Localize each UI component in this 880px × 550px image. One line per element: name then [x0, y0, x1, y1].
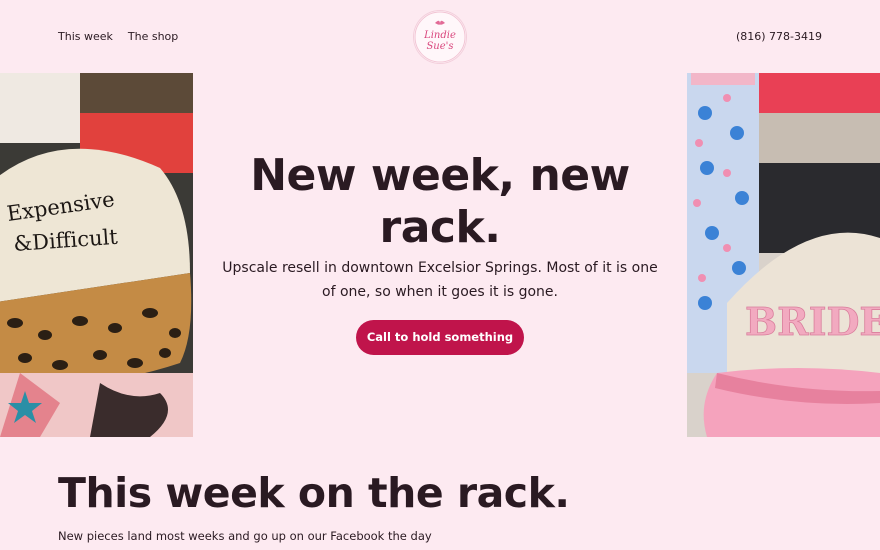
- brand-logo[interactable]: Lindie Sue's: [414, 11, 466, 63]
- hero-subtitle: Upscale resell in downtown Excelsior Spr…: [222, 260, 658, 300]
- main-nav: This week The shop: [58, 30, 178, 43]
- phone-number[interactable]: (816) 778-3419: [736, 30, 822, 43]
- nav-link-the-shop[interactable]: The shop: [128, 30, 178, 43]
- hero-photo-right: BRIDE: [687, 73, 880, 437]
- hero-photo-left: Expensive &Difficult: [0, 73, 193, 437]
- cap-expensive-difficult-image: Expensive &Difficult: [0, 73, 193, 437]
- section-subtitle: New pieces land most weeks and go up on …: [58, 529, 432, 543]
- site-header: This week The shop Lindie Sue's (816) 77…: [0, 0, 880, 73]
- logo-text-line1: Lindie: [423, 30, 456, 41]
- cap-bride-image: BRIDE: [687, 73, 880, 437]
- call-to-hold-button[interactable]: Call to hold something: [356, 320, 524, 355]
- logo-badge: Lindie Sue's: [414, 11, 466, 63]
- logo-text-line2: Sue's: [426, 41, 453, 52]
- cap-text-bride: BRIDE: [745, 299, 880, 344]
- section-title: This week on the rack.: [58, 469, 570, 517]
- hero-title: New week, new rack.: [250, 150, 630, 253]
- nav-link-this-week[interactable]: This week: [58, 30, 113, 43]
